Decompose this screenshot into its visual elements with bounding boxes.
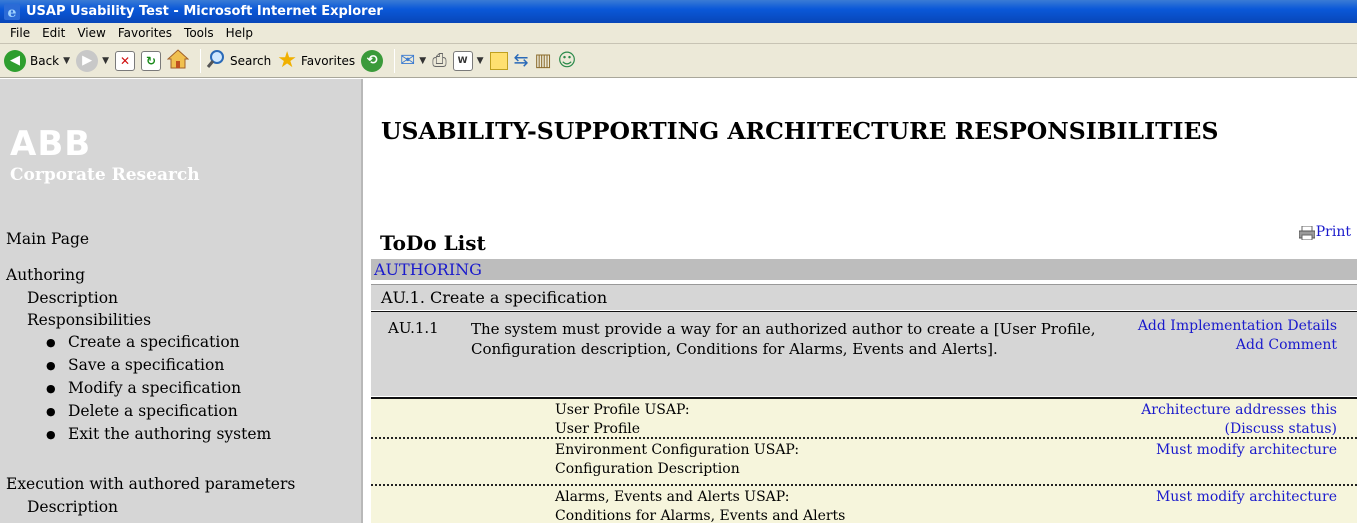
stop-button[interactable]: ✕ (114, 50, 135, 71)
menu-favorites[interactable]: Favorites (112, 26, 178, 40)
svg-text:e: e (8, 5, 17, 20)
chevron-down-icon[interactable]: ▼ (102, 56, 109, 66)
printer-icon (1298, 225, 1316, 241)
word-icon: W (452, 50, 473, 71)
usap-row: Alarms, Events and Alerts USAP: Conditio… (371, 484, 1357, 523)
nav-main-page[interactable]: Main Page (6, 228, 295, 251)
left-navigation-panel: ABB Corporate Research Main Page Authori… (0, 79, 363, 523)
menu-bar: File Edit View Favorites Tools Help (0, 23, 1357, 44)
nav-execution-description[interactable]: Description (6, 496, 295, 518)
nav-save-specification[interactable]: Save a specification (46, 354, 295, 377)
nav-delete-specification[interactable]: Delete a specification (46, 400, 295, 423)
usap-status-link[interactable]: Architecture addresses this (Discuss sta… (1141, 401, 1337, 439)
refresh-button[interactable]: ↻ (140, 50, 161, 71)
chevron-down-icon[interactable]: ▼ (419, 56, 426, 66)
abb-logo: ABB Corporate Research (10, 124, 200, 185)
mail-button[interactable]: ✉ ▼ (400, 50, 426, 71)
menu-file[interactable]: File (4, 26, 36, 40)
browser-toolbar: ◀ Back ▼ ▶ ▼ ✕ ↻ Search ★ Favorites ⟲ ✉ … (0, 44, 1357, 78)
todo-list-title: ToDo List (380, 231, 486, 255)
chevron-down-icon[interactable]: ▼ (63, 56, 70, 66)
notes-button[interactable] (489, 51, 508, 70)
usap-row: Environment Configuration USAP: Configur… (371, 437, 1357, 484)
nav-execution[interactable]: Execution with authored parameters (6, 473, 295, 496)
search-icon (206, 49, 226, 72)
nav-modify-specification[interactable]: Modify a specification (46, 377, 295, 400)
favorites-button[interactable]: ★ Favorites (277, 47, 355, 73)
sidebar-nav: Main Page Authoring Description Responsi… (6, 228, 295, 518)
messenger-icon: ☺ (557, 50, 577, 71)
home-button[interactable] (166, 49, 190, 72)
add-implementation-details-link[interactable]: Add Implementation Details (1138, 317, 1337, 336)
internet-explorer-icon: e (4, 3, 20, 20)
forward-arrow-icon: ▶ (76, 49, 99, 72)
chevron-down-icon[interactable]: ▼ (477, 56, 484, 66)
add-comment-link[interactable]: Add Comment (1138, 336, 1337, 355)
nav-authoring[interactable]: Authoring (6, 264, 295, 287)
usap-status-link[interactable]: Must modify architecture (1156, 488, 1337, 507)
discuss-button[interactable]: ⇆ (514, 50, 529, 71)
menu-edit[interactable]: Edit (36, 26, 71, 40)
refresh-icon: ↻ (140, 50, 161, 71)
discuss-icon: ⇆ (513, 50, 529, 71)
nav-create-specification[interactable]: Create a specification (46, 331, 295, 354)
research-icon: ▥ (534, 50, 552, 71)
menu-help[interactable]: Help (220, 26, 259, 40)
star-icon: ★ (277, 47, 297, 73)
requirement-row: AU.1.1 The system must provide a way for… (371, 311, 1357, 396)
requirement-actions: Add Implementation Details Add Comment (1138, 317, 1337, 355)
back-button[interactable]: ◀ Back ▼ (4, 49, 70, 72)
usap-row: User Profile USAP: User Profile Architec… (371, 397, 1357, 437)
section-authoring-link[interactable]: AUTHORING (371, 259, 1357, 280)
printer-icon: ⎙ (432, 50, 447, 71)
forward-button[interactable]: ▶ ▼ (76, 49, 109, 72)
nav-authoring-description[interactable]: Description (6, 287, 295, 309)
print-toolbar-button[interactable]: ⎙ (432, 50, 446, 71)
note-icon (489, 51, 508, 70)
menu-tools[interactable]: Tools (178, 26, 220, 40)
requirement-id: AU.1.1 (388, 319, 439, 337)
search-button[interactable]: Search (206, 49, 271, 72)
research-button[interactable]: ▥ (535, 50, 552, 71)
usap-name: User Profile USAP: User Profile (555, 402, 690, 437)
subsection-header: AU.1. Create a specification (371, 284, 1357, 310)
window-title-bar: e USAP Usability Test - Microsoft Intern… (0, 0, 1357, 23)
messenger-button[interactable]: ☺ (558, 50, 577, 71)
toolbar-separator (199, 48, 201, 73)
usap-status-link[interactable]: Must modify architecture (1156, 441, 1337, 460)
responsibility-list: Create a specification Save a specificat… (6, 331, 295, 446)
window-title: USAP Usability Test - Microsoft Internet… (26, 4, 383, 19)
print-link[interactable]: Print (1298, 224, 1351, 241)
usap-name: Environment Configuration USAP: Configur… (555, 442, 800, 477)
menu-view[interactable]: View (71, 26, 111, 40)
requirement-text: The system must provide a way for an aut… (471, 320, 1096, 358)
toolbar-separator (394, 48, 396, 73)
nav-exit-authoring[interactable]: Exit the authoring system (46, 423, 295, 446)
history-button[interactable]: ⟲ (361, 49, 384, 72)
history-icon: ⟲ (361, 49, 384, 72)
edit-button[interactable]: W ▼ (452, 50, 484, 71)
back-arrow-icon: ◀ (4, 49, 26, 72)
home-icon (166, 49, 190, 72)
main-content: USABILITY-SUPPORTING ARCHITECTURE RESPON… (367, 79, 1357, 523)
mail-icon: ✉ (400, 50, 416, 71)
stop-icon: ✕ (114, 50, 135, 71)
page-title: USABILITY-SUPPORTING ARCHITECTURE RESPON… (381, 117, 1219, 145)
nav-authoring-responsibilities[interactable]: Responsibilities (6, 309, 295, 331)
usap-name: Alarms, Events and Alerts USAP: Conditio… (555, 489, 846, 523)
